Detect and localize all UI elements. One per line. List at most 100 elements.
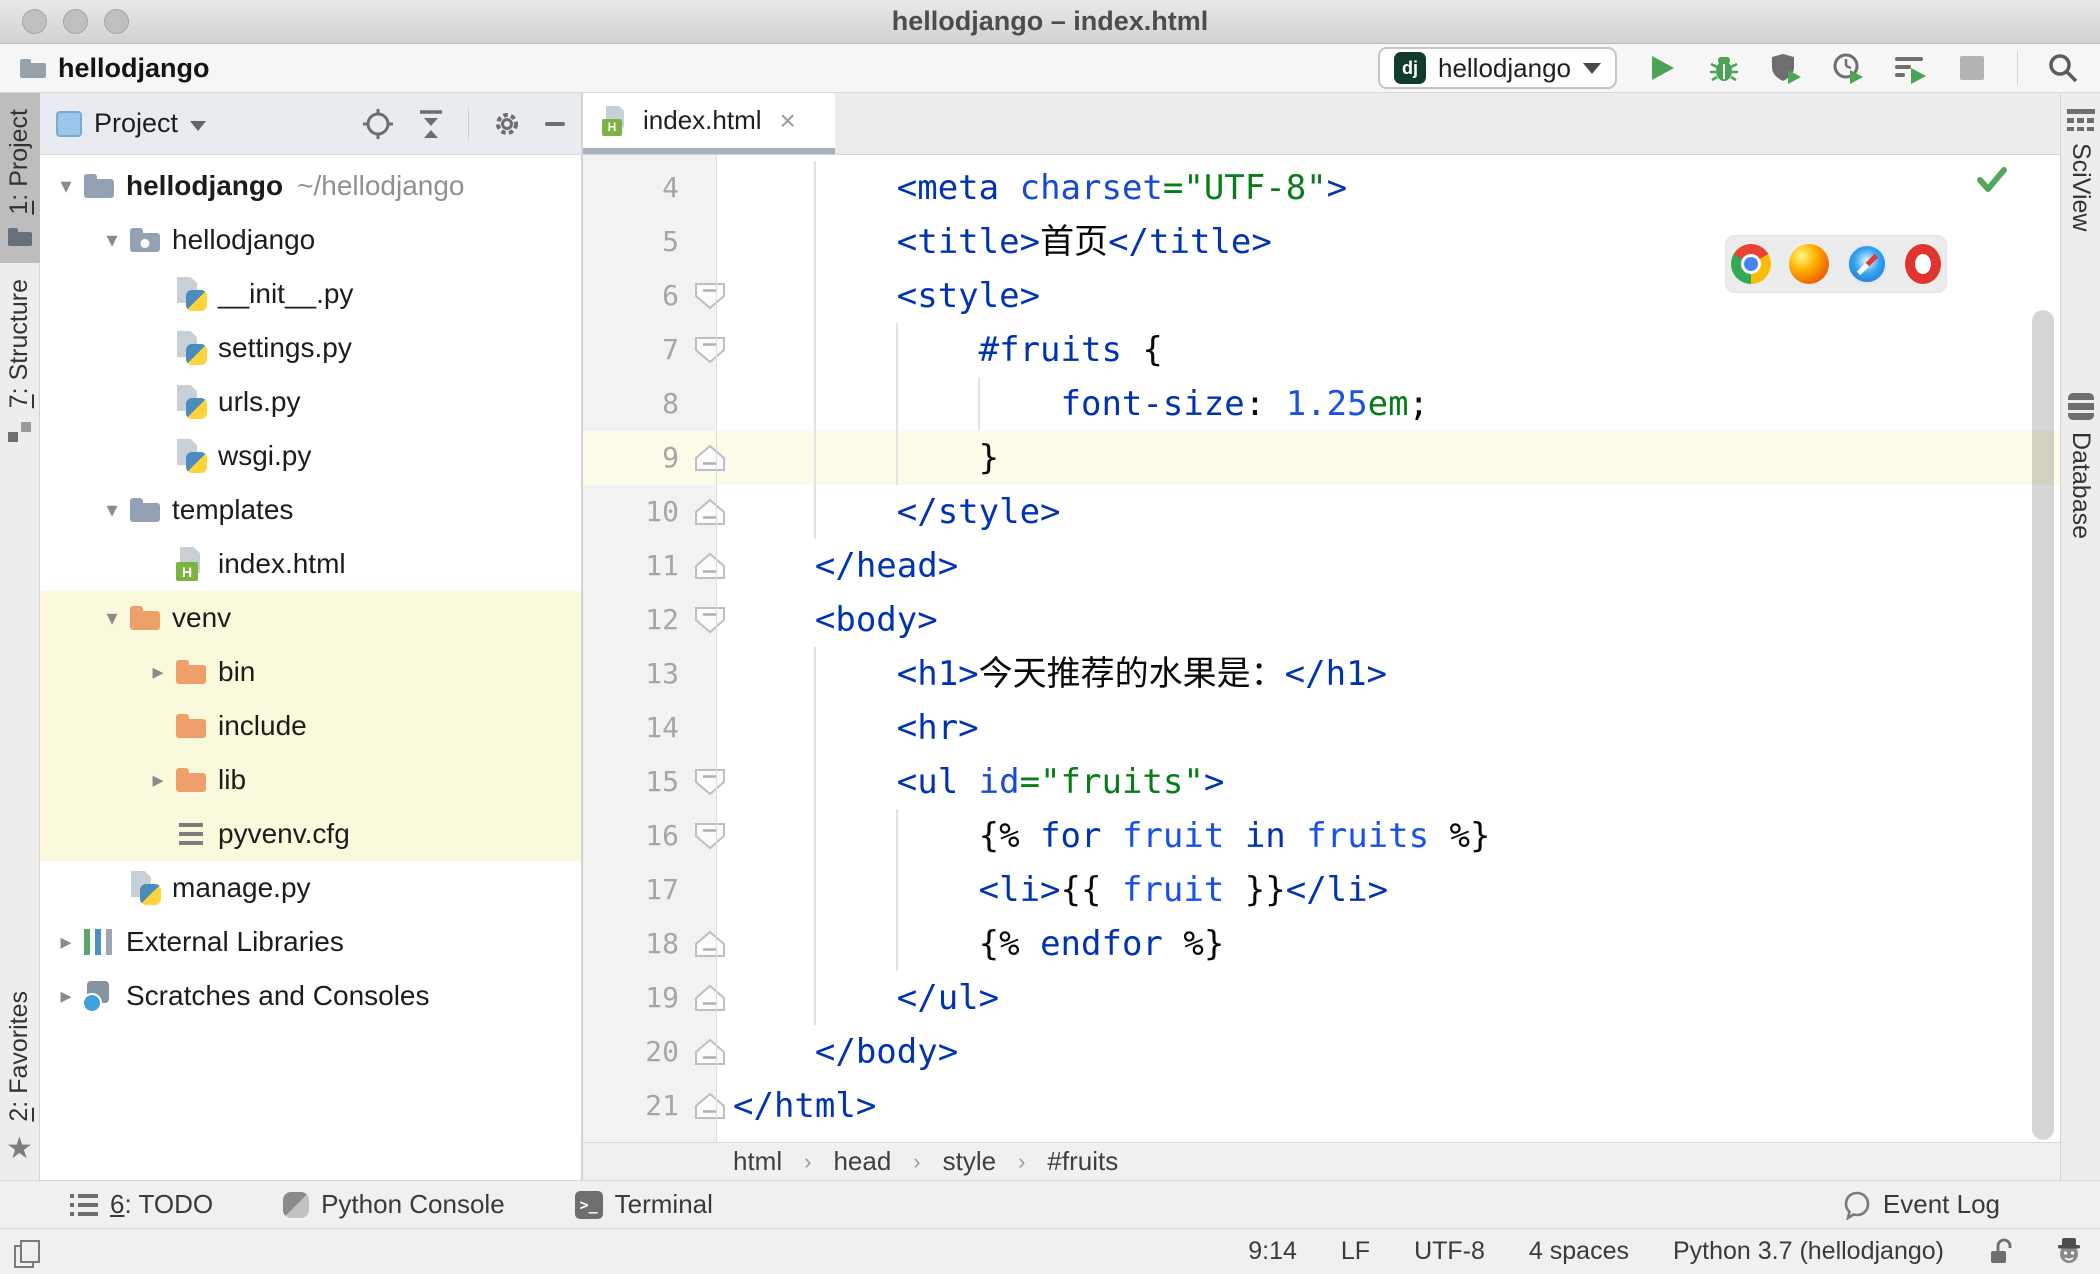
fold-marker[interactable] [693,605,727,635]
status-item-utf-8[interactable]: UTF-8 [1414,1237,1485,1266]
tree-expand-arrow[interactable]: ▾ [50,173,82,199]
tree-item-scratches-and-consoles[interactable]: ▸ Scratches and Consoles [40,969,581,1023]
minimize-window-button[interactable] [63,9,88,34]
fold-marker[interactable] [693,767,727,797]
collapse-all-icon[interactable] [416,108,446,140]
breadcrumb-item-head[interactable]: head [833,1146,891,1177]
status-bar: 9:14 LF UTF-8 4 spaces Python 3.7 (hellodjan… [0,1228,2100,1274]
token-tag: </style> [896,492,1061,532]
opera-browser-icon[interactable] [1905,244,1941,284]
tree-expand-arrow[interactable]: ▸ [50,983,82,1009]
tree-item-venv[interactable]: ▾ venv [40,591,581,645]
fold-marker[interactable] [693,983,727,1013]
folder-ex-icon [128,601,162,635]
code-text: {% endfor %} [733,917,1225,971]
tree-expand-arrow[interactable]: ▾ [96,605,128,631]
status-item-4-spaces[interactable]: 4 spaces [1529,1237,1629,1266]
fold-marker[interactable] [693,497,727,527]
tool-stripe-project[interactable]: 1: Project [0,93,40,263]
toolwindow-button-todo[interactable]: 6: TODO [70,1189,213,1220]
tree-item--init-py[interactable]: __init__.py [40,267,581,321]
token-plain: }} [1224,870,1286,910]
tree-item-settings-py[interactable]: settings.py [40,321,581,375]
run-button[interactable] [1645,51,1679,85]
hide-panel-button[interactable] [545,121,565,126]
settings-gear-icon[interactable] [491,108,523,140]
tree-item-hellodjango[interactable]: ▾ hellodjango [40,213,581,267]
tree-item-include[interactable]: include [40,699,581,753]
py-icon [174,385,208,419]
token-tag: </head> [814,546,959,586]
run-with-coverage-button[interactable] [1769,51,1803,85]
tree-item-hellodjango[interactable]: ▾ hellodjango ~/hellodjango [40,159,581,213]
token-str: em [1367,384,1409,424]
breadcrumb-item-fruits[interactable]: #fruits [1047,1146,1118,1177]
run-configuration-selector[interactable]: dj hellodjango [1377,47,1617,89]
tool-stripe-label: 2: Favorites [5,991,33,1122]
status-item-9-14[interactable]: 9:14 [1248,1237,1297,1266]
fold-marker[interactable] [693,443,727,473]
toolwindow-button-terminal[interactable]: >_ Terminal [574,1189,713,1220]
tree-item-external-libraries[interactable]: ▸ External Libraries [40,915,581,969]
inspection-profile-icon[interactable] [2056,1237,2082,1266]
fold-marker[interactable] [693,551,727,581]
tree-item-templates[interactable]: ▾ templates [40,483,581,537]
profiler-button[interactable] [1831,51,1865,85]
tool-stripe-database[interactable]: Database [2061,377,2100,555]
fold-marker[interactable] [693,281,727,311]
breadcrumb-item-html[interactable]: html [733,1146,782,1177]
inspections-ok-icon[interactable] [1976,163,2008,195]
tool-stripe-sciview[interactable]: SciView [2061,93,2100,247]
tool-stripe-structure[interactable]: 7: Structure [0,263,40,460]
tree-item-lib[interactable]: ▸ lib [40,753,581,807]
token-kw: for [1040,816,1102,856]
close-tab-icon[interactable]: × [780,105,796,137]
stop-button[interactable] [1955,51,1989,85]
code-line-20: 20 </body> [583,1025,2060,1079]
event-log-button[interactable]: Event Log [1843,1189,2000,1220]
status-item-python-3-7-hellodjango-[interactable]: Python 3.7 (hellodjango) [1673,1237,1944,1266]
tree-item-urls-py[interactable]: urls.py [40,375,581,429]
toolwindow-button-console[interactable]: Python Console [283,1189,505,1220]
code-text: #fruits { [733,323,1163,377]
fold-marker[interactable] [693,1037,727,1067]
tree-expand-arrow[interactable]: ▸ [142,767,174,793]
tree-expand-arrow[interactable]: ▸ [50,929,82,955]
chevron-down-icon[interactable] [190,120,207,131]
tree-item-pyvenv-cfg[interactable]: pyvenv.cfg [40,807,581,861]
python-console-icon [283,1191,310,1218]
tree-item-bin[interactable]: ▸ bin [40,645,581,699]
code-text: font-size: 1.25em; [733,377,1430,431]
locate-icon[interactable] [362,108,394,140]
editor-area[interactable]: 4 <meta charset="UTF-8"> 5 <title>首页</tit… [583,155,2060,1142]
search-everywhere-button[interactable] [2046,51,2080,85]
breadcrumb-item-style[interactable]: style [943,1146,996,1177]
status-item-lf[interactable]: LF [1341,1237,1370,1266]
tab-index-html[interactable]: index.html × [583,93,835,154]
token-str: ="fruits" [1019,762,1204,802]
tree-item-wsgi-py[interactable]: wsgi.py [40,429,581,483]
tool-stripe-favorites[interactable]: 2: Favorites ★ [0,975,40,1180]
close-window-button[interactable] [22,9,47,34]
firefox-browser-icon[interactable] [1789,244,1829,284]
toggle-toolwindow-bars-button[interactable] [14,1239,40,1268]
debug-button[interactable] [1707,51,1741,85]
run-concurrency-button[interactable] [1893,51,1927,85]
editor-scrollbar-thumb[interactable] [2032,310,2054,1140]
tree-item-manage-py[interactable]: manage.py [40,861,581,915]
safari-browser-icon[interactable] [1847,244,1887,284]
tree-expand-arrow[interactable]: ▾ [96,497,128,523]
tree-expand-arrow[interactable]: ▸ [142,659,174,685]
fold-marker[interactable] [693,1091,727,1121]
fold-marker[interactable] [693,929,727,959]
fold-marker[interactable] [693,821,727,851]
breadcrumb: html › head › style › #fruits [583,1142,2060,1180]
unlocked-icon[interactable] [1988,1238,2012,1266]
chrome-browser-icon[interactable] [1731,244,1771,284]
fold-marker[interactable] [693,335,727,365]
tree-expand-arrow[interactable]: ▾ [96,227,128,253]
tree-item-index-html[interactable]: index.html [40,537,581,591]
zoom-window-button[interactable] [104,9,129,34]
code-line-7: 7 #fruits { [583,323,2060,377]
